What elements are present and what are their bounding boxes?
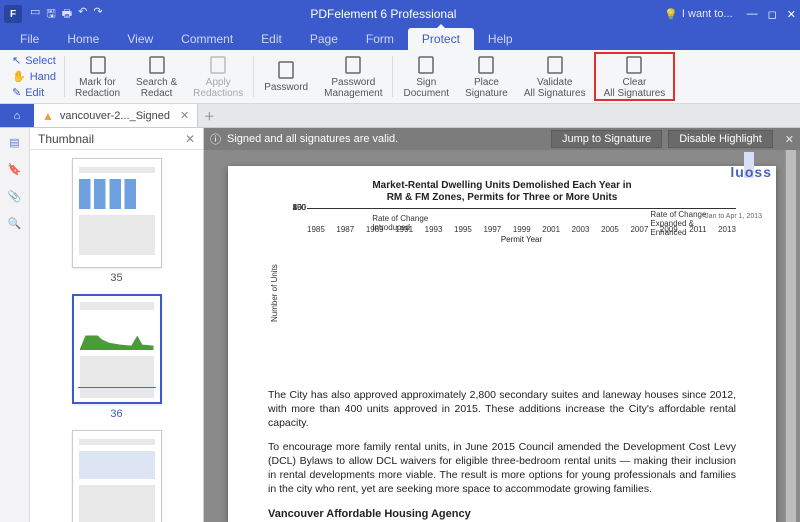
menu-tab-help[interactable]: Help	[474, 28, 527, 50]
chart: Number of Units Rate of ChangeIntroduced…	[268, 208, 736, 378]
menu-tab-file[interactable]: File	[6, 28, 53, 50]
ribbon-passwordbutton[interactable]: Password	[256, 52, 316, 101]
chart-plot-area: Rate of ChangeIntroduced Rate of ChangeE…	[307, 208, 736, 209]
page-number: 35	[110, 272, 122, 284]
ribbon-signbutton[interactable]: SignDocument	[395, 52, 457, 101]
home-icon: ⌂	[14, 110, 21, 122]
place-icon	[476, 55, 496, 75]
disable-highlight-button[interactable]: Disable Highlight	[668, 130, 773, 148]
close-button[interactable]: ✕	[787, 8, 796, 21]
ribbon-placebutton[interactable]: PlaceSignature	[457, 52, 516, 101]
qat-open-icon[interactable]: ▭	[30, 5, 40, 24]
title-bar: F ▭ 🖫 🖶 ↶ ↷ PDFelement 6 Professional 💡 …	[0, 0, 800, 28]
ribbon-mark-forbutton[interactable]: Mark forRedaction	[67, 52, 128, 101]
qat-redo-icon[interactable]: ↷	[93, 5, 102, 24]
ribbon-tool-group: ↖Select ✋Hand ✎Edit	[6, 52, 62, 101]
document-tab-strip: ⌂ ▲ vancouver-2..._Signed ✕ ＋	[0, 104, 800, 128]
signature-message: Signed and all signatures are valid.	[227, 133, 398, 145]
app-title: PDFelement 6 Professional	[103, 7, 665, 21]
cursor-icon: ↖	[12, 54, 21, 68]
document-tab[interactable]: ▲ vancouver-2..._Signed ✕	[34, 104, 198, 127]
apply-icon	[208, 55, 228, 75]
ribbon-search-button[interactable]: Search &Redact	[128, 52, 185, 101]
page-viewport[interactable]: Market-Rental Dwelling Units Demolished …	[204, 150, 800, 522]
i-want-to[interactable]: 💡 I want to...	[664, 8, 732, 21]
section-heading: Vancouver Affordable Housing Agency	[268, 508, 736, 520]
sign-icon	[416, 55, 436, 75]
annotation-1: Rate of ChangeIntroduced	[372, 214, 428, 232]
search-icon[interactable]: 🔍	[8, 217, 22, 230]
menu-tab-home[interactable]: Home	[53, 28, 113, 50]
menu-tab-view[interactable]: View	[113, 28, 167, 50]
page-content: Market-Rental Dwelling Units Demolished …	[228, 166, 776, 522]
side-icon-rail: ▤ 🔖 📎 🔍	[0, 128, 30, 522]
paragraph-2: To encourage more family rental units, i…	[268, 440, 736, 496]
app-logo: F	[4, 5, 22, 23]
menu-tab-form[interactable]: Form	[352, 28, 408, 50]
mark-icon	[88, 55, 108, 75]
pwdm-icon	[343, 55, 363, 75]
select-tool[interactable]: ↖Select	[12, 54, 56, 68]
edit-tool[interactable]: ✎Edit	[12, 86, 56, 100]
chart-footnote: *Jan to Apr 1, 2013	[702, 213, 762, 220]
chart-ylabel: Number of Units	[268, 208, 281, 378]
paragraph-1: The City has also approved approximately…	[268, 388, 736, 430]
bookmarks-icon[interactable]: 🔖	[8, 163, 22, 176]
menu-tab-page[interactable]: Page	[296, 28, 352, 50]
ytick: 500	[284, 203, 306, 212]
home-tab[interactable]: ⌂	[0, 104, 34, 127]
ribbon-passwordbutton[interactable]: PasswordManagement	[316, 52, 390, 101]
qat-undo-icon[interactable]: ↶	[78, 5, 87, 24]
chart-title: Market-Rental Dwelling Units Demolished …	[268, 180, 736, 204]
hand-icon: ✋	[12, 70, 26, 84]
thumbnails-icon[interactable]: ▤	[9, 136, 19, 149]
minimize-button[interactable]: —	[747, 8, 758, 21]
menu-tab-protect[interactable]: Protect	[408, 28, 474, 50]
quick-access-toolbar: ▭ 🖫 🖶 ↶ ↷	[30, 5, 103, 24]
scrollbar-thumb[interactable]	[787, 158, 795, 218]
close-panel-icon[interactable]: ✕	[185, 132, 195, 146]
ribbon: ↖Select ✋Hand ✎Edit Mark forRedactionSea…	[0, 50, 800, 104]
ribbon-validatebutton[interactable]: ValidateAll Signatures	[516, 52, 594, 101]
clear-icon	[624, 55, 644, 75]
close-tab-icon[interactable]: ✕	[180, 109, 189, 122]
qat-print-icon[interactable]: 🖶	[62, 5, 72, 24]
attachments-icon[interactable]: 📎	[8, 190, 22, 203]
watermark: luoss	[730, 164, 772, 180]
thumbnail-list: 35 36 37	[30, 150, 203, 522]
pencil-icon: ✎	[12, 86, 21, 100]
search-icon	[147, 55, 167, 75]
thumbnail-page-36[interactable]: 36	[72, 294, 162, 420]
thumbnail-page-35[interactable]: 35	[72, 158, 162, 284]
validate-icon	[545, 55, 565, 75]
maximize-button[interactable]: ◻	[768, 8, 777, 21]
hand-tool[interactable]: ✋Hand	[12, 70, 56, 84]
thumbnail-panel: Thumbnail ✕ 35 36 37	[30, 128, 204, 522]
document-tab-label: vancouver-2..._Signed	[60, 110, 170, 122]
menu-bar: FileHomeViewCommentEditPageFormProtectHe…	[0, 28, 800, 50]
thumbnail-page-37[interactable]: 37	[72, 430, 162, 522]
annotation-2: Rate of ChangeExpanded &Enhanced	[650, 210, 706, 237]
add-tab-button[interactable]: ＋	[198, 108, 220, 124]
info-icon: ⓘ	[210, 131, 221, 147]
page-number: 36	[110, 408, 122, 420]
qat-save-icon[interactable]: 🖫	[46, 5, 55, 24]
thumbnail-panel-title: Thumbnail	[38, 132, 94, 146]
close-bar-icon[interactable]: ✕	[785, 133, 794, 146]
signature-bar: ⓘ Signed and all signatures are valid. J…	[204, 128, 800, 150]
ribbon-clearbutton[interactable]: ClearAll Signatures	[594, 52, 676, 101]
lightbulb-icon: 💡	[664, 8, 678, 21]
ribbon-applybutton: ApplyRedactions	[185, 52, 251, 101]
window-controls: — ◻ ✕	[747, 8, 796, 21]
menu-tab-edit[interactable]: Edit	[247, 28, 296, 50]
workspace: ▤ 🔖 📎 🔍 Thumbnail ✕ 35 36 37 ⓘ Signed and …	[0, 128, 800, 522]
jump-to-signature-button[interactable]: Jump to Signature	[551, 130, 662, 148]
menu-tab-comment[interactable]: Comment	[167, 28, 247, 50]
pwd-icon	[276, 60, 296, 80]
document-area: ⓘ Signed and all signatures are valid. J…	[204, 128, 800, 522]
warning-icon: ▲	[42, 109, 54, 123]
